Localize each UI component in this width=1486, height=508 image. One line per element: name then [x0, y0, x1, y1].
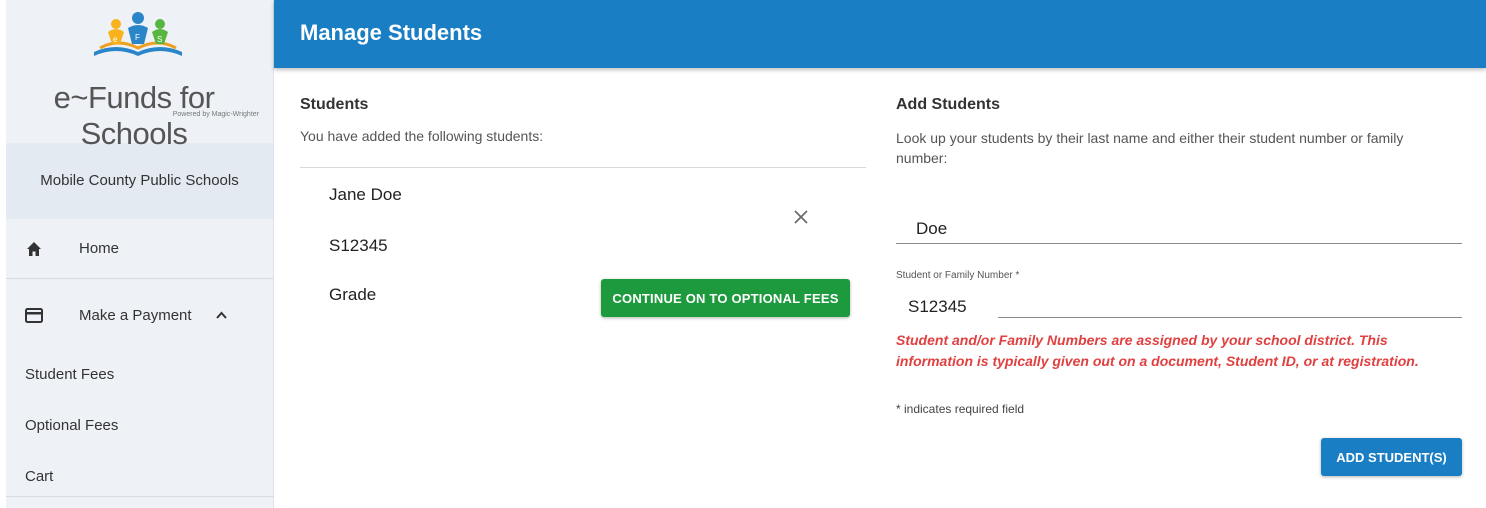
home-icon [25, 240, 43, 258]
students-subtitle: You have added the following students: [300, 128, 544, 144]
remove-student-button[interactable] [790, 206, 812, 228]
logo-letter-f: F [135, 33, 140, 42]
continue-optional-fees-button[interactable]: CONTINUE ON TO OPTIONAL FEES [601, 279, 850, 317]
sidebar-item-student-fees[interactable]: Student Fees [6, 349, 273, 400]
students-divider [300, 167, 866, 168]
add-students-heading: Add Students [896, 96, 1000, 113]
logo-letter-s: S [157, 35, 162, 44]
number-hint: Student and/or Family Numbers are assign… [896, 332, 1419, 369]
logo-letter-e: e [113, 35, 118, 44]
last-name-input[interactable] [896, 208, 1462, 244]
page-header: Manage Students [274, 0, 1486, 68]
number-field-underline [998, 317, 1462, 318]
sidebar-item-optional-fees[interactable]: Optional Fees [6, 400, 273, 451]
sidebar-divider [6, 496, 274, 497]
close-icon [794, 210, 808, 224]
student-number-input[interactable] [896, 288, 1462, 318]
sidebar-item-cart[interactable]: Cart [6, 451, 273, 502]
sidebar-item-label: Student Fees [25, 366, 115, 383]
required-note: * indicates required field [896, 402, 1025, 416]
student-grade: Grade [329, 285, 377, 304]
sidebar-item-home[interactable]: Home [6, 219, 273, 279]
student-name: Jane Doe [329, 185, 402, 204]
brand-tagline: Powered by Magic-Wrighter [172, 111, 259, 118]
sidebar-item-label: Make a Payment [79, 306, 192, 324]
add-students-instructions: Look up your students by their last name… [896, 130, 1404, 166]
page-title: Manage Students [300, 20, 483, 45]
sidebar-item-label: Home [79, 240, 120, 257]
sidebar-item-label: Cart [25, 468, 54, 485]
add-students-button[interactable]: ADD STUDENT(S) [1321, 438, 1462, 476]
student-number: S12345 [329, 236, 388, 255]
sidebar: e F S e~Funds for Schools Powered by Mag… [6, 0, 274, 508]
sidebar-item-label: Optional Fees [25, 417, 119, 434]
credit-card-icon [25, 306, 43, 324]
students-heading: Students [300, 96, 369, 113]
number-field-label: Student or Family Number * [896, 270, 1020, 281]
logo-graphic: e F S [94, 12, 182, 56]
logo[interactable]: e F S e~Funds for Schools Powered by Mag… [6, 0, 273, 151]
district-name: Mobile County Public Schools [6, 143, 273, 219]
sidebar-item-make-payment[interactable]: Make a Payment [6, 279, 273, 349]
chevron-up-icon[interactable] [215, 308, 227, 322]
